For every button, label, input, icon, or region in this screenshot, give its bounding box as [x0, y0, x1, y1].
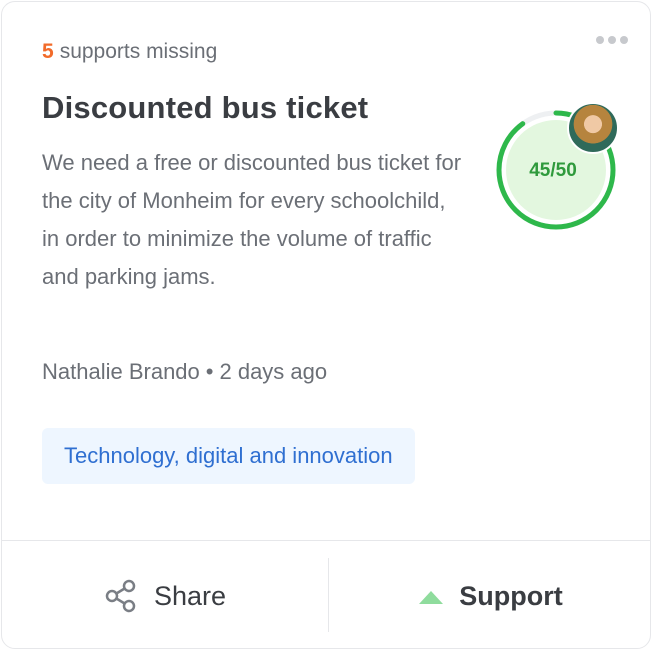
missing-count: 5 — [42, 40, 54, 63]
proposal-description: We need a free or discounted bus ticket … — [42, 150, 462, 289]
proposal-card: 5 supports missing Discounted bus ticket … — [1, 1, 651, 649]
share-button[interactable]: Share — [2, 541, 328, 648]
triangle-up-icon — [419, 590, 444, 604]
progress-label: 45/50 — [529, 160, 577, 181]
author-avatar[interactable] — [567, 102, 619, 154]
proposal-title[interactable]: Discounted bus ticket — [42, 90, 368, 126]
support-label: Support — [459, 580, 563, 611]
post-time: 2 days ago — [219, 359, 328, 384]
more-dot — [620, 36, 628, 44]
more-dot — [596, 36, 604, 44]
meta-separator: • — [205, 359, 214, 384]
missing-label: supports missing — [59, 40, 218, 63]
supports-missing: 5 supports missing — [42, 40, 217, 64]
share-icon — [105, 579, 136, 613]
support-button[interactable]: Support — [329, 541, 650, 648]
more-options-icon[interactable] — [596, 36, 628, 44]
category-tag[interactable]: Technology, digital and innovation — [42, 428, 415, 484]
more-dot — [608, 36, 616, 44]
author-name[interactable]: Nathalie Brando — [42, 359, 200, 384]
share-label: Share — [153, 580, 227, 611]
proposal-meta: Nathalie Brando • 2 days ago — [42, 359, 327, 385]
